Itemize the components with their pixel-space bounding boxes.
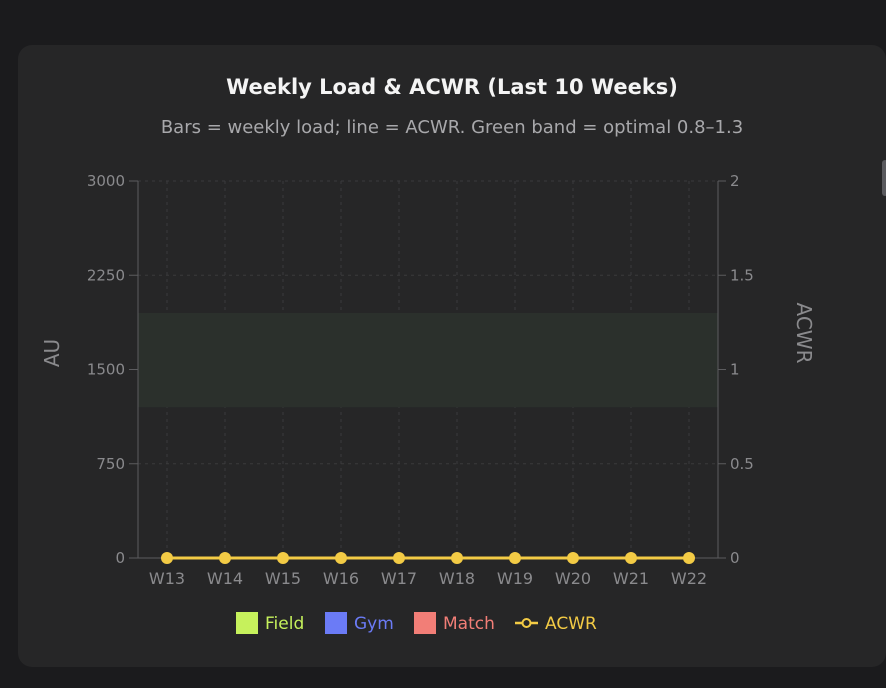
chart-title: Weekly Load & ACWR (Last 10 Weeks) bbox=[226, 75, 678, 99]
legend-label-field: Field bbox=[265, 614, 304, 634]
x-tick-label: W14 bbox=[207, 569, 243, 588]
x-axis-ticks: W13 W14 W15 W16 W17 W18 W19 W20 W21 W22 bbox=[149, 569, 707, 588]
acwr-point bbox=[625, 552, 637, 564]
optimal-acwr-band bbox=[138, 312, 718, 408]
x-tick-label: W20 bbox=[555, 569, 591, 588]
x-tick-label: W21 bbox=[613, 569, 649, 588]
right-tick-label: 2 bbox=[730, 172, 740, 190]
legend-label-gym: Gym bbox=[354, 614, 394, 634]
acwr-point bbox=[567, 552, 579, 564]
chart-subtitle: Bars = weekly load; line = ACWR. Green b… bbox=[161, 117, 743, 138]
x-tick-label: W16 bbox=[323, 569, 359, 588]
x-tick-label: W19 bbox=[497, 569, 533, 588]
y-axis-label-right: ACWR bbox=[792, 303, 816, 364]
x-tick-label: W13 bbox=[149, 569, 185, 588]
left-tick-label: 1500 bbox=[87, 361, 125, 379]
right-tick-label: 0.5 bbox=[730, 455, 754, 473]
acwr-point bbox=[277, 552, 289, 564]
acwr-point bbox=[161, 552, 173, 564]
right-tick-label: 0 bbox=[730, 549, 740, 567]
legend-swatch-field bbox=[236, 612, 258, 634]
legend-marker-acwr bbox=[521, 618, 532, 628]
y-axis-label-left: AU bbox=[40, 339, 64, 367]
x-tick-label: W15 bbox=[265, 569, 301, 588]
legend-label-match: Match bbox=[443, 614, 495, 634]
x-tick-label: W18 bbox=[439, 569, 475, 588]
acwr-point bbox=[683, 552, 695, 564]
acwr-point bbox=[219, 552, 231, 564]
acwr-point bbox=[393, 552, 405, 564]
acwr-line-series bbox=[161, 552, 695, 564]
left-tick-label: 0 bbox=[115, 549, 125, 567]
x-tick-label: W17 bbox=[381, 569, 417, 588]
right-tick-label: 1.5 bbox=[730, 266, 754, 284]
acwr-point bbox=[451, 552, 463, 564]
acwr-point bbox=[509, 552, 521, 564]
legend-swatch-gym bbox=[325, 612, 347, 634]
weekly-load-acwr-chart: Weekly Load & ACWR (Last 10 Weeks) Bars … bbox=[40, 75, 816, 634]
left-tick-label: 3000 bbox=[87, 172, 125, 190]
left-tick-label: 2250 bbox=[87, 266, 125, 284]
left-tick-label: 750 bbox=[96, 455, 125, 473]
legend-swatch-match bbox=[414, 612, 436, 634]
left-axis-ticks: 0 750 1500 2250 3000 bbox=[87, 172, 138, 567]
chart-legend: Field Gym Match ACWR bbox=[236, 612, 597, 634]
legend-label-acwr: ACWR bbox=[545, 614, 597, 634]
right-tick-label: 1 bbox=[730, 361, 740, 379]
x-tick-label: W22 bbox=[671, 569, 707, 588]
right-axis-ticks: 0 0.5 1 1.5 2 bbox=[718, 172, 754, 567]
acwr-point bbox=[335, 552, 347, 564]
